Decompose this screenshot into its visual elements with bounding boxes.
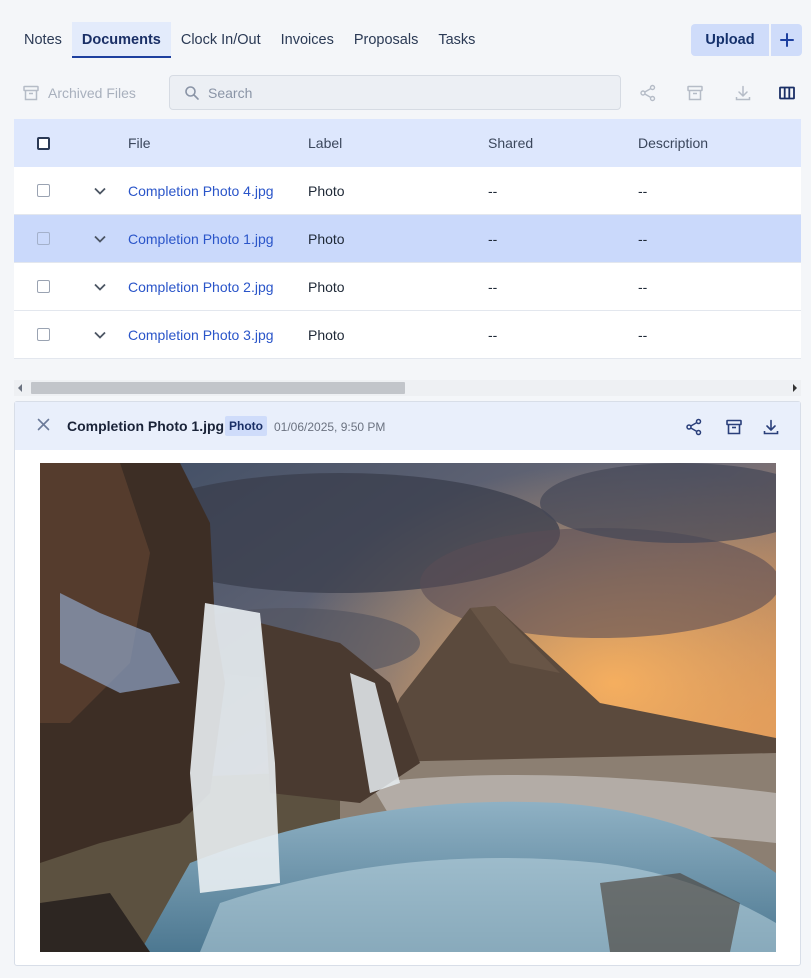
tab-notes[interactable]: Notes [14,22,72,58]
plus-icon [779,33,794,47]
tab-clock-in-out[interactable]: Clock In/Out [171,22,271,58]
tab-tasks[interactable]: Tasks [428,22,485,58]
documents-table: File Label Shared Description Completion… [14,119,801,359]
row-description: -- [638,182,648,199]
download-icon [735,85,751,101]
columns-toggle-button[interactable] [776,82,798,104]
tab-proposals[interactable]: Proposals [344,22,428,58]
share-preview-button[interactable] [683,416,705,438]
row-shared: -- [488,182,498,199]
search-icon [185,85,199,100]
archive-icon [687,85,703,101]
share-icon [640,84,656,102]
archive-preview-button[interactable] [723,416,745,438]
horizontal-scrollbar[interactable] [14,380,801,396]
select-all-checkbox[interactable] [36,136,50,150]
chevron-down-icon[interactable] [94,235,106,243]
file-link[interactable]: Completion Photo 3.jpg [128,327,274,343]
search-box [169,75,621,110]
table-header: File Label Shared Description [14,119,801,167]
file-link[interactable]: Completion Photo 2.jpg [128,279,274,295]
scroll-right-icon[interactable] [793,384,797,392]
chevron-down-icon[interactable] [94,283,106,291]
row-shared: -- [488,326,498,343]
row-label: Photo [308,326,345,343]
download-preview-button[interactable] [760,416,782,438]
preview-date: 01/06/2025, 9:50 PM [274,420,386,434]
table-row[interactable]: Completion Photo 3.jpg Photo -- -- [14,311,801,359]
row-label: Photo [308,230,345,247]
chevron-down-icon[interactable] [94,331,106,339]
column-header-file[interactable]: File [128,135,308,151]
preview-header: Completion Photo 1.jpg Photo 01/06/2025,… [15,402,800,450]
download-toolbar-button[interactable] [732,82,754,104]
table-row[interactable]: Completion Photo 4.jpg Photo -- -- [14,167,801,215]
archived-files-button[interactable]: Archived Files [22,82,136,104]
row-checkbox[interactable] [36,280,50,293]
archive-icon [23,85,39,101]
upload-group: Upload [691,24,802,56]
archived-files-label: Archived Files [48,85,136,101]
column-header-label[interactable]: Label [308,135,488,151]
scroll-left-icon[interactable] [18,384,22,392]
share-icon [686,418,702,436]
tab-documents[interactable]: Documents [71,22,171,58]
preview-image [40,463,776,952]
row-description: -- [638,326,648,343]
column-header-shared[interactable]: Shared [488,135,638,151]
row-description: -- [638,278,648,295]
upload-button[interactable]: Upload [691,24,769,56]
row-label: Photo [308,182,345,199]
row-checkbox[interactable] [36,328,50,341]
close-icon[interactable] [37,418,50,436]
search-input[interactable] [208,84,608,101]
share-toolbar-button[interactable] [637,82,659,104]
file-preview-panel: Completion Photo 1.jpg Photo 01/06/2025,… [14,401,801,966]
row-description: -- [638,230,648,247]
columns-icon [779,86,795,100]
tab-bar: Notes Documents Clock In/Out Invoices Pr… [14,22,485,58]
row-checkbox[interactable] [36,184,50,197]
row-shared: -- [488,278,498,295]
row-checkbox[interactable] [36,232,50,245]
download-icon [763,419,779,435]
archive-toolbar-button[interactable] [684,82,706,104]
table-row[interactable]: Completion Photo 2.jpg Photo -- -- [14,263,801,311]
file-link[interactable]: Completion Photo 4.jpg [128,183,274,199]
preview-title: Completion Photo 1.jpg [67,418,225,434]
file-link[interactable]: Completion Photo 1.jpg [128,231,274,247]
table-row[interactable]: Completion Photo 1.jpg Photo -- -- [14,215,801,263]
chevron-down-icon[interactable] [94,187,106,195]
column-header-description[interactable]: Description [638,135,798,151]
label-badge: Photo [225,416,267,436]
row-label: Photo [308,278,345,295]
scrollbar-thumb[interactable] [31,382,405,394]
archive-icon [726,419,742,435]
row-shared: -- [488,230,498,247]
add-button[interactable] [771,24,802,56]
tab-invoices[interactable]: Invoices [271,22,344,58]
